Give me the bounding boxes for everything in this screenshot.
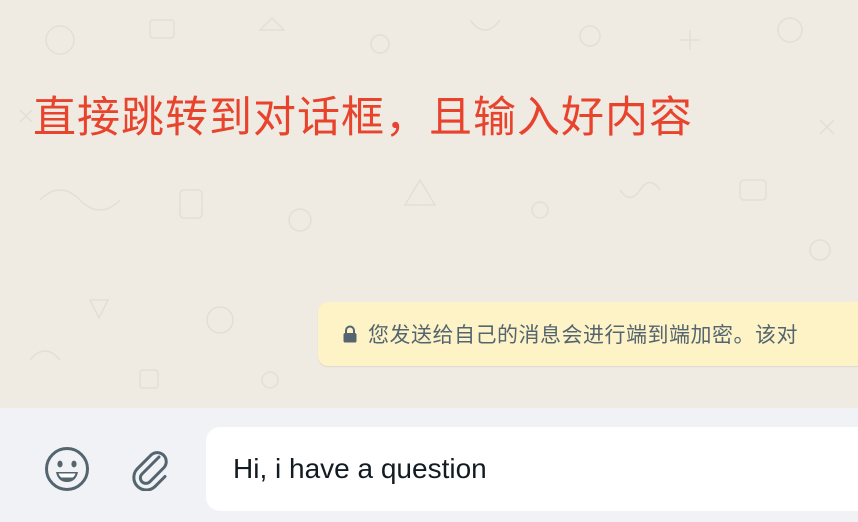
annotation-text: 直接跳转到对话框，且输入好内容 [33,93,693,143]
message-input-container[interactable] [206,427,858,511]
paperclip-icon [132,451,168,491]
chat-area: 直接跳转到对话框，且输入好内容 您发送给自己的消息会进行端到端加密。该对 [0,0,858,408]
emoji-icon [45,447,89,491]
lock-icon [343,325,357,343]
message-input[interactable] [233,453,833,485]
attach-button[interactable] [124,442,178,496]
emoji-button[interactable] [40,442,94,496]
message-composer [0,408,858,522]
encryption-notice[interactable]: 您发送给自己的消息会进行端到端加密。该对 [318,302,858,366]
encryption-notice-text: 您发送给自己的消息会进行端到端加密。该对 [368,323,798,347]
